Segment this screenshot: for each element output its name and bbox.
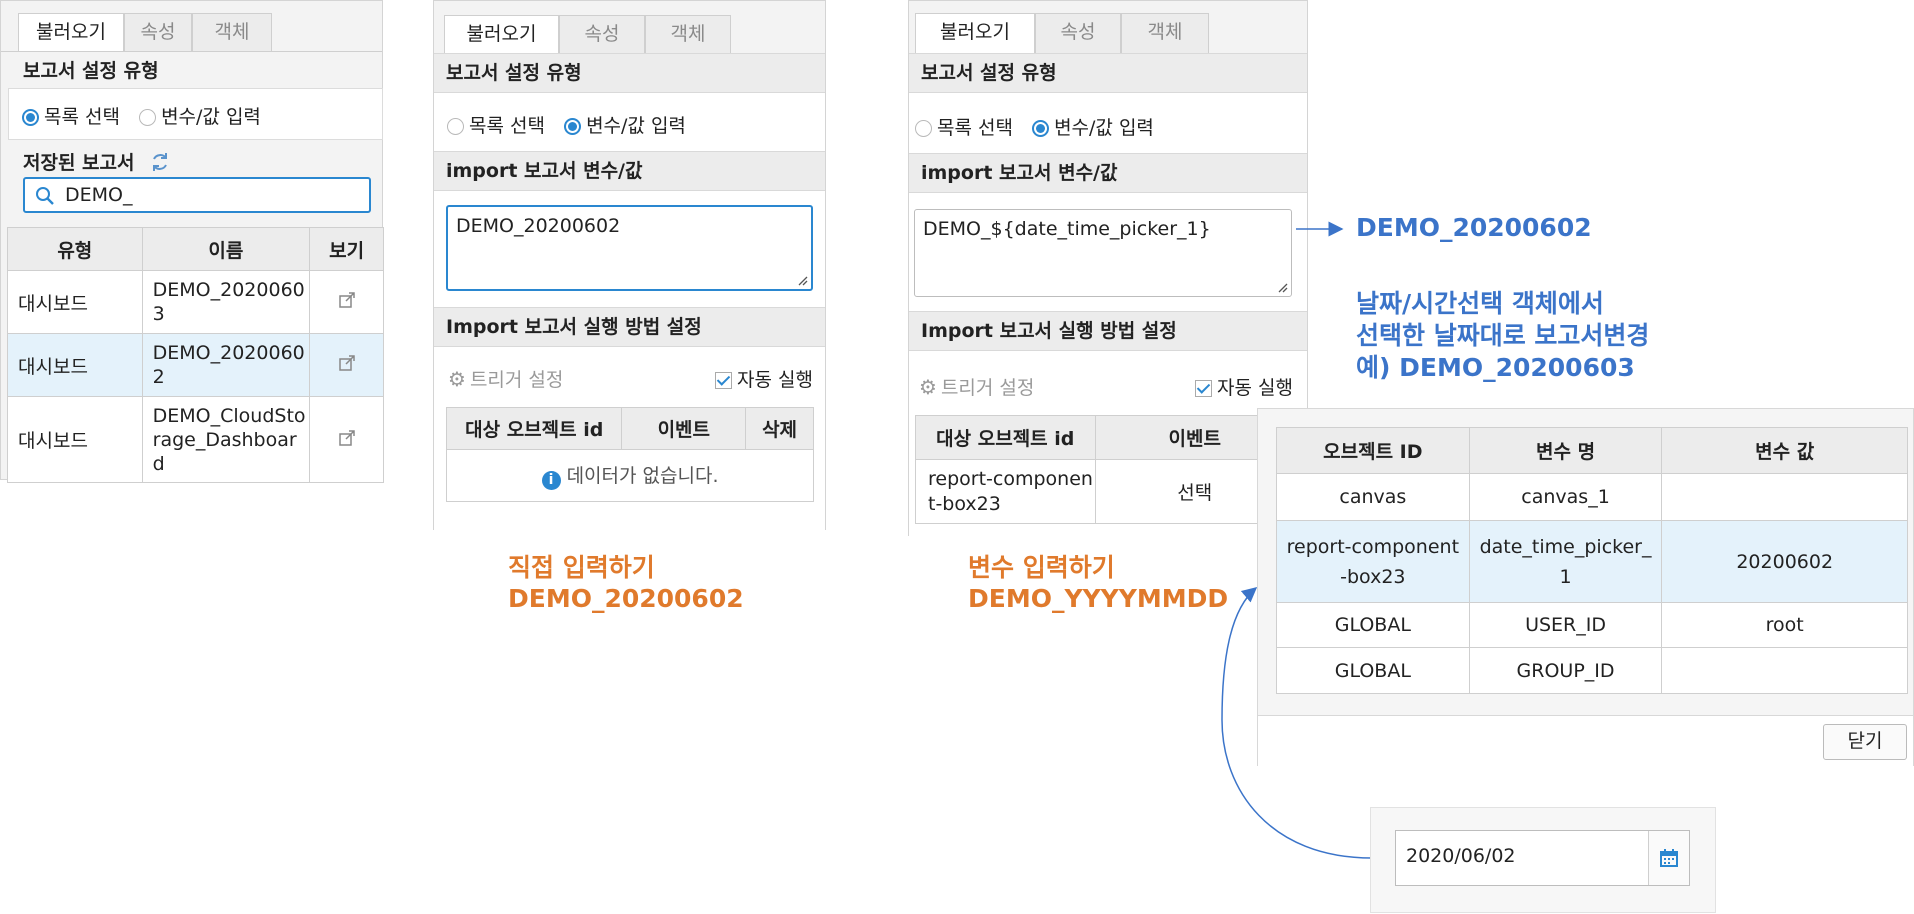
dialog-footer: 닫기 xyxy=(1258,715,1913,766)
row-object-id: report-component-box23 xyxy=(1276,520,1470,603)
column-variable-name[interactable]: 변수 명 xyxy=(1468,427,1663,474)
table-row[interactable]: GLOBAL USER_ID root xyxy=(1276,602,1908,648)
row-variable-value: 20200602 xyxy=(1661,520,1908,603)
row-variable-name: date_time_picker_1 xyxy=(1468,520,1663,603)
row-variable-value xyxy=(1661,647,1908,694)
calendar-icon xyxy=(1660,849,1678,867)
row-variable-name: GROUP_ID xyxy=(1468,647,1663,694)
table-row[interactable]: GLOBAL GROUP_ID xyxy=(1276,647,1908,694)
date-picker-container: 2020/06/02 xyxy=(1370,807,1716,913)
table-header-row: 오브젝트 ID 변수 명 변수 값 xyxy=(1276,427,1908,474)
table-row-selected[interactable]: report-component-box23 date_time_picker_… xyxy=(1276,520,1908,603)
row-object-id: GLOBAL xyxy=(1276,602,1470,648)
date-picker-input[interactable]: 2020/06/02 xyxy=(1395,830,1690,886)
row-variable-value: root xyxy=(1661,602,1908,648)
row-object-id: canvas xyxy=(1276,473,1470,521)
table-row[interactable]: canvas canvas_1 xyxy=(1276,473,1908,521)
row-object-id: GLOBAL xyxy=(1276,647,1470,694)
column-object-id[interactable]: 오브젝트 ID xyxy=(1276,427,1470,474)
row-variable-value xyxy=(1661,473,1908,521)
variables-dialog: 오브젝트 ID 변수 명 변수 값 canvas canvas_1 report… xyxy=(1257,408,1914,766)
date-value: 2020/06/02 xyxy=(1406,845,1516,867)
variables-table: 오브젝트 ID 변수 명 변수 값 canvas canvas_1 report… xyxy=(1276,427,1908,694)
column-variable-value[interactable]: 변수 값 xyxy=(1661,427,1908,474)
row-variable-name: USER_ID xyxy=(1468,602,1663,648)
close-button[interactable]: 닫기 xyxy=(1823,724,1907,760)
row-variable-name: canvas_1 xyxy=(1468,473,1663,521)
calendar-button[interactable] xyxy=(1648,831,1689,885)
